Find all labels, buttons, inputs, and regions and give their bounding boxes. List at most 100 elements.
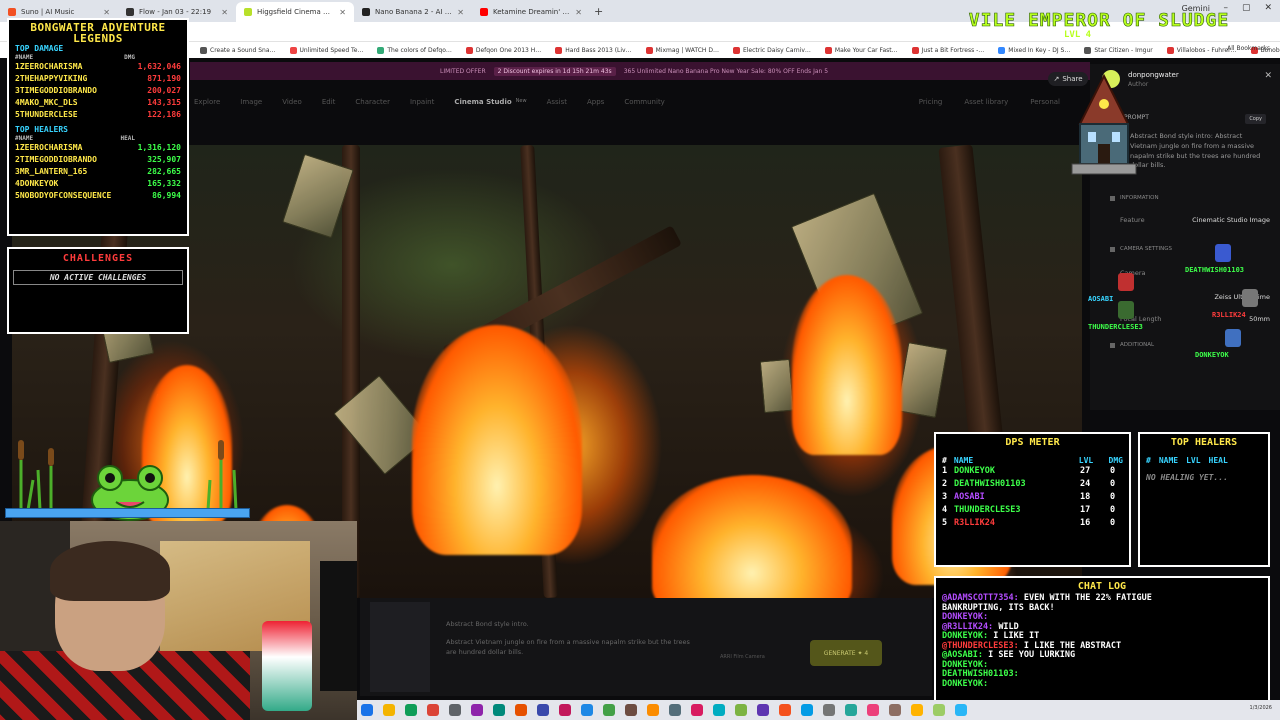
dps-name: R3LLIK24 (954, 518, 995, 528)
taskbar-app-icon[interactable] (757, 704, 769, 716)
taskbar-app-icon[interactable] (933, 704, 945, 716)
taskbar-app-icon[interactable] (669, 704, 681, 716)
taskbar-app-icon[interactable] (779, 704, 791, 716)
taskbar-app-icon[interactable] (361, 704, 373, 716)
nav-item[interactable]: Explore (194, 98, 220, 106)
taskbar-app-icon[interactable] (559, 704, 571, 716)
nav-item[interactable]: Cinema Studio (454, 98, 511, 106)
dps-level: 27 (1080, 466, 1091, 476)
taskbar-app-icon[interactable] (471, 704, 483, 716)
dollar-bill (759, 358, 795, 414)
player-name: MR_LANTERN_165 (19, 167, 88, 176)
taskbar-app-icon[interactable] (493, 704, 505, 716)
bookmark-item[interactable]: Villalobos - Fuhrer… (1166, 46, 1237, 54)
nav-right-item[interactable]: Asset library (964, 98, 1008, 106)
tab-close-icon[interactable]: ✕ (457, 8, 464, 17)
taskbar-app-icon[interactable] (405, 704, 417, 716)
tab-close-icon[interactable]: ✕ (575, 8, 582, 17)
character-name-tag: DEATHWISH01103 (1185, 266, 1245, 274)
information-section[interactable]: INFORMATION (1110, 195, 1159, 201)
bookmark-item[interactable]: Create a Sound Sna… (200, 46, 276, 54)
promo-banner[interactable]: LIMITED OFFER 2 Discount expires in 1d 1… (190, 62, 1090, 80)
bookmark-item[interactable]: Defqon One 2013 H… (465, 46, 541, 54)
bookmark-item[interactable]: Mixmag | WATCH D… (645, 46, 719, 54)
chat-message: @AOSABI: I SEE YOU LURKING (942, 650, 1262, 661)
browser-tab[interactable]: Nano Banana 2 - AI Image Gen… ✕ (354, 2, 472, 22)
taskbar-app-icon[interactable] (515, 704, 527, 716)
player-entry: 1ZEEROCHARISMA (15, 142, 82, 154)
leaderboard-row: 2THEHAPPYVIKING 871,190 (15, 73, 181, 85)
prompt-input[interactable]: Abstract Bond style intro. Abstract Viet… (446, 620, 696, 657)
player-entry: 4MAKO_MKC_DLS (15, 97, 78, 109)
nav-right-item[interactable]: Pricing (919, 98, 943, 106)
dps-level: 17 (1080, 505, 1091, 515)
top-healers-label: TOP HEALERS (15, 125, 68, 134)
bookmark-item[interactable]: Star Citizen - Imgur (1084, 46, 1153, 54)
additional-section[interactable]: ADDITIONAL (1110, 342, 1154, 348)
bookmark-item[interactable]: The colors of Defqo… (377, 46, 452, 54)
taskbar-app-icon[interactable] (581, 704, 593, 716)
taskbar-app-icon[interactable] (823, 704, 835, 716)
tab-close-icon[interactable]: ✕ (221, 8, 228, 17)
taskbar-app-icon[interactable] (625, 704, 637, 716)
new-tab-button[interactable]: + (594, 5, 603, 18)
bookmark-item[interactable]: Just a Bit Fortress -… (911, 46, 984, 54)
all-bookmarks-link[interactable]: All Bookmarks (1227, 45, 1270, 52)
bookmark-favicon-icon (377, 46, 385, 54)
taskbar-app-icon[interactable] (801, 704, 813, 716)
bookmark-item[interactable]: Unlimited Speed Te… (289, 46, 363, 54)
tab-favicon-icon (8, 8, 16, 16)
chat-text: WILD (998, 621, 1019, 632)
bookmark-item[interactable]: Electric Daisy Carniv… (732, 46, 811, 54)
healers-lvl-header: LVL (1186, 456, 1201, 465)
cattail-plant-icon (206, 440, 238, 510)
taskbar-app-icon[interactable] (383, 704, 395, 716)
taskbar-app-icon[interactable] (845, 704, 857, 716)
nav-item[interactable]: Inpaint (410, 98, 434, 106)
taskbar-app-icon[interactable] (889, 704, 901, 716)
nav-item[interactable]: Video (282, 98, 302, 106)
taskbar-clock[interactable]: 1/3/2026 (1250, 705, 1272, 711)
monitor-edge (320, 561, 357, 691)
nav-right-item[interactable]: Personal (1030, 98, 1060, 106)
generate-bar: Abstract Bond style intro. Abstract Viet… (360, 598, 932, 696)
taskbar-app-icon[interactable] (735, 704, 747, 716)
taskbar-app-icon[interactable] (691, 704, 703, 716)
nav-item[interactable]: Community (624, 98, 665, 106)
bookmark-label: Hard Bass 2013 (Liv… (565, 46, 632, 54)
tab-close-icon[interactable]: ✕ (339, 8, 346, 17)
browser-tab[interactable]: Ketamine Dreamin' Part 2 - You… ✕ (472, 2, 590, 22)
nav-item[interactable]: Image (240, 98, 262, 106)
model-selector[interactable]: ARRI Film Camera (720, 654, 765, 660)
chat-text: EVEN WITH THE 22% FATIGUE (1023, 593, 1152, 603)
generate-button[interactable]: GENERATE ✦ 4 (810, 640, 882, 666)
taskbar-app-icon[interactable] (449, 704, 461, 716)
top-healers-title: TOP HEALERS (1170, 437, 1238, 448)
taskbar-app-icon[interactable] (537, 704, 549, 716)
bookmark-item[interactable]: Make Your Car Fast… (824, 46, 898, 54)
reference-image-slot[interactable] (370, 602, 430, 692)
taskbar-app-icon[interactable] (867, 704, 879, 716)
nav-item[interactable]: Edit (322, 98, 336, 106)
taskbar-app-icon[interactable] (647, 704, 659, 716)
top-healers-panel: TOP HEALERS # NAME LVL HEAL NO HEALING Y… (1138, 432, 1270, 567)
dps-name-header: NAME (953, 456, 974, 465)
nav-item[interactable]: Character (355, 98, 390, 106)
bookmark-item[interactable]: Hard Bass 2013 (Liv… (555, 46, 632, 54)
taskbar-app-icon[interactable] (911, 704, 923, 716)
taskbar-app-icon[interactable] (955, 704, 967, 716)
copy-prompt-button[interactable]: Copy (1245, 114, 1266, 124)
chat-username: DONKEYOK: (942, 678, 989, 689)
close-icon[interactable]: ✕ (1264, 71, 1272, 81)
challenges-panel: CHALLENGES NO ACTIVE CHALLENGES (7, 247, 189, 334)
taskbar-app-icon[interactable] (427, 704, 439, 716)
browser-tab[interactable]: Higgsfield Cinema Studio | Prof… ✕ (236, 2, 354, 22)
taskbar-app-icon[interactable] (603, 704, 615, 716)
taskbar-app-icon[interactable] (713, 704, 725, 716)
bookmark-item[interactable]: Mixed In Key - DJ S… (998, 46, 1070, 54)
nav-item[interactable]: Assist (547, 98, 567, 106)
tab-close-icon[interactable]: ✕ (103, 8, 110, 17)
nav-item[interactable]: Apps (587, 98, 604, 106)
camera-settings-section[interactable]: CAMERA SETTINGS (1110, 246, 1172, 252)
player-value: 165,332 (147, 179, 181, 188)
